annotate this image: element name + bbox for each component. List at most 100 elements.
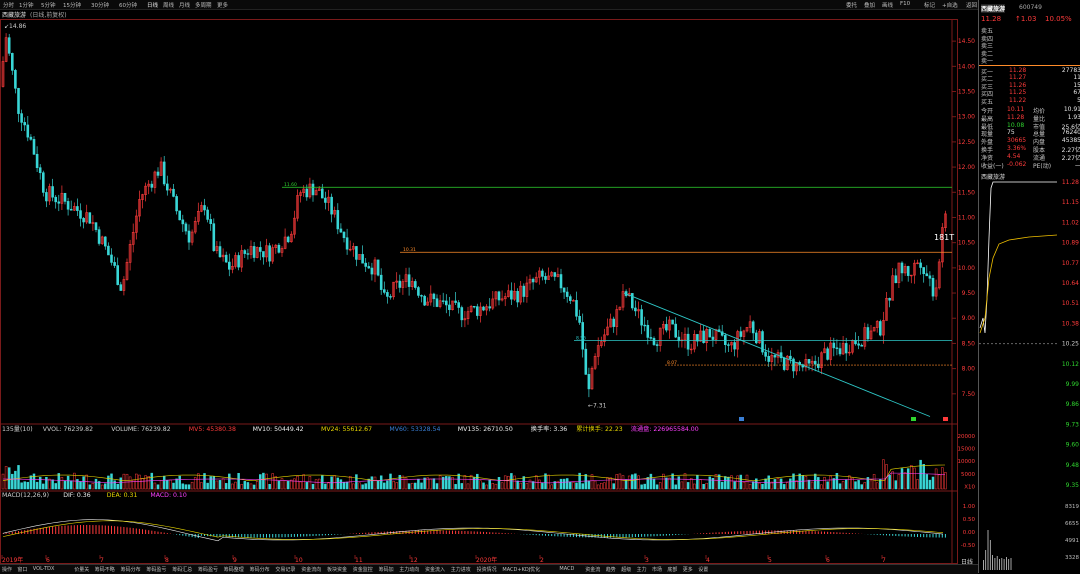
period-tab-6[interactable]: 日线	[147, 1, 158, 9]
period-tab-4[interactable]: 30分钟	[91, 1, 109, 9]
candle-body	[838, 348, 842, 355]
volume-bar	[838, 483, 842, 490]
period-tab-7[interactable]: 周线	[163, 1, 174, 9]
volume-bar	[671, 473, 674, 490]
volume-bar	[333, 475, 336, 490]
kline-chart[interactable]: 14.50 14.00 13.50 13.00 12.50 12.00 11.50 11.00…	[0, 19, 978, 564]
volume-bar	[565, 478, 569, 490]
toolbar-button-5[interactable]: +自选	[942, 1, 958, 9]
bottom-tab-25[interactable]: 主力	[637, 566, 647, 573]
bottom-tab-2[interactable]: VOL-TDX	[33, 566, 55, 572]
bottom-tab-21[interactable]: MACD	[559, 566, 574, 572]
candle-body	[237, 255, 240, 268]
time-axis-label: 2019年	[2, 556, 23, 564]
candle-body	[928, 275, 932, 279]
period-tab-3[interactable]: 15分钟	[63, 1, 81, 9]
toolbar-button-6[interactable]: 返回	[966, 1, 977, 9]
bottom-tab-19[interactable]: 投资情况	[477, 566, 497, 573]
bottom-tab-29[interactable]: 设置	[698, 566, 708, 573]
bottom-tab-13[interactable]: 板块资金	[327, 566, 347, 573]
candle-body	[733, 342, 736, 350]
event-marker	[739, 417, 744, 421]
bottom-tab-7[interactable]: 筹码汇总	[172, 566, 192, 573]
volume-bar	[317, 478, 321, 490]
period-tab-5[interactable]: 60分钟	[119, 1, 137, 9]
bottom-tab-14[interactable]: 资金监控	[353, 566, 373, 573]
bottom-tab-17[interactable]: 资金流入	[425, 566, 445, 573]
candle-body	[767, 356, 771, 362]
candle-body	[826, 348, 829, 360]
volume-bar	[910, 465, 913, 490]
mini-axis-label: 9.86	[1066, 401, 1080, 408]
volume-bar	[637, 475, 640, 490]
volume-legend-item: MV5: 45380.38	[189, 426, 236, 433]
candle-body	[330, 196, 333, 215]
bottom-tab-20[interactable]: MACD+KDJ优化	[502, 566, 540, 573]
candle-body	[364, 262, 368, 267]
candle-body	[38, 167, 42, 174]
volume-bar	[937, 474, 941, 490]
volume-bar	[727, 476, 730, 490]
bottom-tab-5[interactable]: 筹码分布	[121, 566, 141, 573]
volume-bar	[82, 476, 85, 490]
period-tab-0[interactable]: 分时	[3, 1, 14, 9]
mini-volume-bar	[992, 555, 993, 570]
mini-intraday-chart[interactable]: 11.28 11.15 11.02 10.89 10.77 10.64 10.51 10.38…	[979, 178, 1080, 570]
volume-legend-item: 135量(10)	[2, 426, 33, 433]
candle-body	[407, 274, 411, 287]
candle-body	[41, 172, 45, 193]
bottom-tab-11[interactable]: 交易记录	[275, 566, 295, 573]
candle-body	[386, 292, 389, 297]
bottom-tab-6[interactable]: 筹码盈亏	[146, 566, 166, 573]
volume-legend-item: MV10: 50449.42	[253, 426, 304, 433]
candle-body	[816, 363, 820, 368]
bottom-tab-8[interactable]: 筹码盈亏	[198, 566, 218, 573]
volume-bar	[212, 476, 216, 490]
bottom-tab-12[interactable]: 资金流向	[301, 566, 321, 573]
volume-bar	[234, 481, 237, 490]
candle-body	[919, 262, 922, 268]
toolbar-button-4[interactable]: 标记	[924, 1, 935, 9]
volume-bar	[107, 475, 110, 490]
volume-bar	[119, 477, 123, 490]
bottom-tab-4[interactable]: 筹码不略	[95, 566, 115, 573]
bottom-tab-10[interactable]: 筹码分布	[250, 566, 270, 573]
volume-bar	[593, 480, 597, 490]
candle-body	[630, 293, 634, 309]
mini-vol-axis-label: 3328	[1065, 555, 1079, 561]
toolbar-button-0[interactable]: 委托	[846, 1, 857, 9]
period-tab-10[interactable]: 更多	[217, 1, 228, 9]
bottom-tab-23[interactable]: 趋势	[606, 566, 616, 573]
bottom-tab-1[interactable]: 窗口	[17, 566, 27, 573]
bottom-tab-22[interactable]: 资金流	[585, 566, 600, 573]
toolbar-button-1[interactable]: 叠加	[864, 1, 875, 9]
volume-bar	[872, 474, 876, 490]
volume-bar	[38, 476, 42, 490]
candle-body	[29, 136, 33, 140]
volume-bar	[748, 483, 752, 490]
volume-bar	[79, 481, 82, 490]
bottom-tab-18[interactable]: 主力进攻	[451, 566, 471, 573]
bottom-tab-15[interactable]: 筹码加	[379, 566, 394, 573]
period-tab-8[interactable]: 月线	[179, 1, 190, 9]
bottom-tab-16[interactable]: 主力动向	[399, 566, 419, 573]
bottom-tab-28[interactable]: 更多	[683, 566, 693, 573]
period-tab-9[interactable]: 多周期	[195, 1, 212, 9]
toolbar-button-2[interactable]: 画线	[882, 1, 893, 9]
volume-bar	[888, 474, 891, 490]
bottom-tab-9[interactable]: 筹码整理	[224, 566, 244, 573]
period-tab-1[interactable]: 1分钟	[19, 1, 34, 9]
toolbar-button-3[interactable]: F10	[900, 1, 910, 7]
period-tab-2[interactable]: 5分钟	[41, 1, 56, 9]
bottom-tab-3[interactable]: 价量关	[74, 566, 89, 573]
panel-stock-code: 600749	[1019, 4, 1042, 11]
bottom-tab-24[interactable]: 超级	[621, 566, 631, 573]
volume-bar	[528, 479, 532, 490]
bottom-tab-26[interactable]: 市场	[652, 566, 662, 573]
volume-bar	[370, 476, 374, 490]
bottom-tab-27[interactable]: 底部	[667, 566, 677, 573]
volume-bar	[11, 473, 14, 490]
volume-bar	[494, 483, 498, 490]
bottom-tab-0[interactable]: 操作	[2, 566, 12, 573]
volume-bar	[147, 476, 150, 490]
